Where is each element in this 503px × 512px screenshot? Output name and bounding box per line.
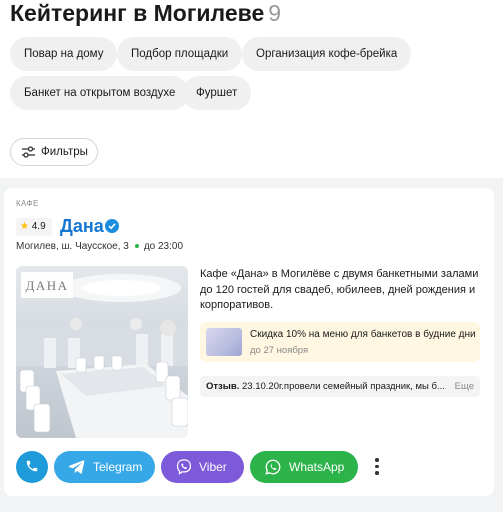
venue-photo[interactable]: ДАНА	[16, 266, 188, 438]
star-icon: ★	[20, 221, 29, 232]
viber-label: Viber	[199, 460, 227, 474]
filters-label: Фильтры	[41, 146, 88, 158]
promo-banner[interactable]: Скидка 10% на меню для банкетов в будние…	[200, 322, 480, 362]
photo-logo: ДАНА	[25, 278, 68, 293]
chip-outdoor-banquet[interactable]: Банкет на открытом воздухе	[10, 76, 190, 110]
whatsapp-label: WhatsApp	[289, 460, 345, 474]
address-text: Могилев, ш. Чаусское, 3	[16, 241, 129, 252]
review-snippet[interactable]: Отзыв. 23.10.20г.провели семейный праздн…	[200, 376, 480, 397]
venue-name-link[interactable]: Дана	[60, 215, 104, 237]
category-label: КАФЕ	[16, 199, 39, 208]
chip-coffee-break[interactable]: Организация кофе-брейка	[242, 37, 412, 71]
whatsapp-button[interactable]: WhatsApp	[250, 451, 358, 483]
verified-icon	[105, 219, 119, 233]
chip-cook-at-home[interactable]: Повар на дому	[10, 37, 118, 71]
viber-icon	[176, 459, 192, 475]
viber-button[interactable]: Viber	[161, 451, 244, 483]
more-options-icon[interactable]	[374, 458, 380, 476]
whatsapp-icon	[265, 459, 281, 475]
results-count: 9	[268, 0, 282, 26]
review-text: 23.10.20г.провели семейный праздник, мы …	[242, 381, 445, 392]
rating-value: 4.9	[31, 221, 46, 232]
sliders-icon	[22, 146, 35, 158]
venue-card[interactable]: КАФЕ ★ 4.9 Дана Могилев, ш. Чаусское, 3 д…	[4, 188, 494, 496]
call-button[interactable]	[16, 451, 48, 483]
opening-hours: до 23:00	[143, 241, 184, 252]
phone-icon	[26, 460, 38, 472]
open-status-dot	[134, 244, 139, 248]
chip-buffet[interactable]: Фуршет	[182, 76, 252, 110]
telegram-label: Telegram	[93, 460, 143, 474]
filters-button[interactable]: Фильтры	[10, 138, 98, 166]
venue-description: Кафе «Дана» в Могилёве с двумя банкетным…	[200, 268, 479, 311]
page-title: Кейтеринг в Могилеве 9	[10, 0, 281, 26]
review-more-link[interactable]: Еще	[450, 376, 474, 397]
header-section: Кейтеринг в Могилеве 9 Повар на дому Подб…	[0, 0, 503, 178]
promo-date: до 27 ноября	[250, 345, 309, 356]
page-title-text: Кейтеринг в Могилеве	[10, 0, 265, 26]
review-label: Отзыв.	[206, 381, 240, 392]
promo-image	[206, 328, 242, 356]
telegram-button[interactable]: Telegram	[54, 451, 155, 483]
address-line: Могилев, ш. Чаусское, 3 до 23:00	[16, 241, 183, 252]
telegram-icon	[68, 460, 85, 474]
chip-venue-selection[interactable]: Подбор площадки	[117, 37, 243, 71]
rating-badge: ★ 4.9	[16, 218, 52, 236]
promo-title: Скидка 10% на меню для банкетов в будние…	[250, 329, 476, 340]
